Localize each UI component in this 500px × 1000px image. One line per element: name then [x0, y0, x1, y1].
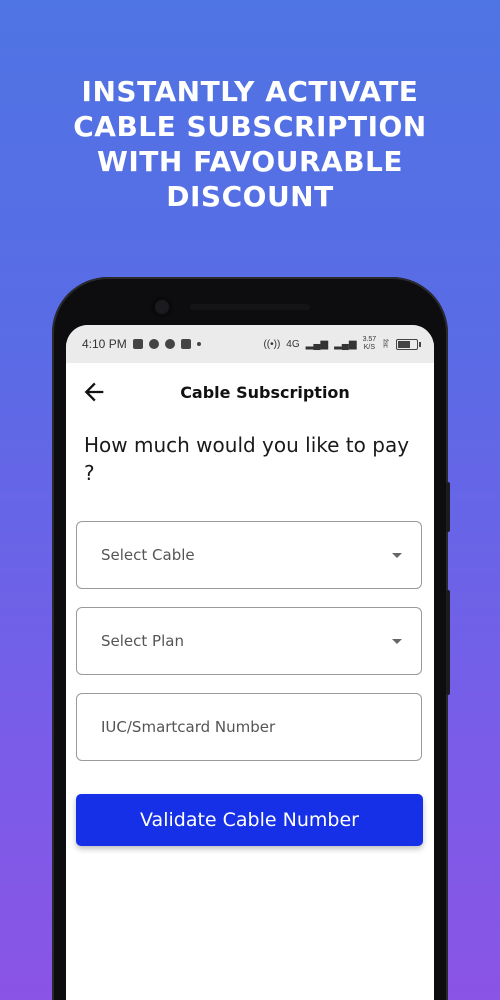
app-screen: 4:10 PM ((•)) 4G ▂▄▆ ▂▄▆ 3.57 K/S ꍏ Cabl…: [66, 325, 434, 1000]
select-cable-label: Select Cable: [101, 546, 195, 564]
notification-app-icon: [148, 339, 159, 349]
signal-icon-2: ▂▄▆: [334, 338, 357, 350]
headline-line-3: WITH FAVOURABLE: [96, 145, 404, 178]
app-bar: Cable Subscription: [66, 363, 434, 421]
iuc-field[interactable]: [76, 693, 422, 761]
chat-icon: [180, 339, 191, 349]
signal-icon: ▂▄▆: [305, 338, 329, 350]
headline-line-1: INSTANTLY ACTIVATE: [81, 75, 419, 108]
select-plan-dropdown[interactable]: Select Plan: [76, 607, 422, 675]
select-cable-dropdown[interactable]: Select Cable: [76, 521, 422, 589]
more-notifications-icon: [196, 342, 201, 346]
payment-question: How much would you like to pay ?: [84, 433, 410, 485]
phone-power-button: [446, 482, 450, 532]
chevron-down-icon: [392, 639, 402, 644]
status-bar: 4:10 PM ((•)) 4G ▂▄▆ ▂▄▆ 3.57 K/S ꍏ: [66, 325, 434, 363]
network-speed: 3.57 K/S: [363, 336, 377, 352]
battery-icon: [396, 338, 421, 350]
headline-line-2: CABLE SUBSCRIPTION: [73, 110, 427, 143]
headline-line-4: DISCOUNT: [166, 180, 334, 213]
phone-speaker: [190, 304, 310, 310]
network-type: 4G: [286, 338, 300, 350]
page-title: Cable Subscription: [180, 382, 350, 402]
promo-headline: INSTANTLY ACTIVATE CABLE SUBSCRIPTION WI…: [0, 74, 500, 214]
select-plan-label: Select Plan: [101, 632, 184, 650]
messenger-icon: [164, 339, 175, 349]
back-button[interactable]: [80, 378, 108, 406]
network-speed-unit: K/S: [363, 344, 376, 351]
phone-volume-button: [446, 590, 450, 695]
chevron-down-icon: [392, 553, 402, 558]
validate-cable-button[interactable]: Validate Cable Number: [76, 794, 423, 846]
accessibility-icon: ꍏ: [382, 339, 390, 351]
status-time: 4:10 PM: [82, 337, 127, 351]
gallery-icon: [132, 339, 143, 349]
hotspot-icon: ((•)): [263, 338, 281, 350]
front-camera: [151, 296, 173, 318]
iuc-input[interactable]: [101, 718, 397, 736]
network-speed-value: 3.57: [362, 336, 377, 343]
arrow-left-icon: [84, 382, 104, 402]
